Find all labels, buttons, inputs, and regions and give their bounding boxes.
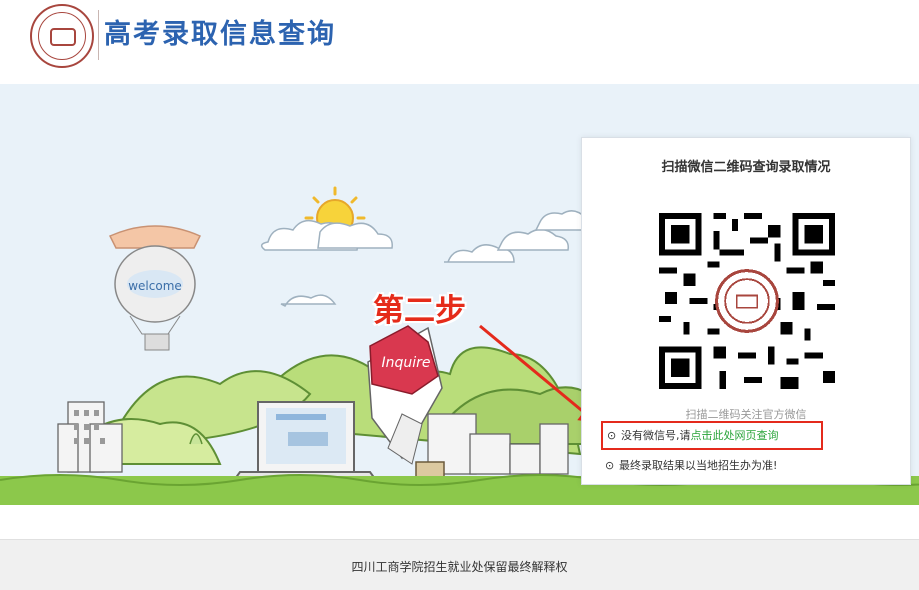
wechat-qr-code-icon xyxy=(659,213,835,389)
site-title: 高考录取信息查询 xyxy=(104,19,336,50)
web-query-link[interactable]: 点击此处网页查询 xyxy=(691,429,779,442)
buildings-left xyxy=(57,401,123,473)
bullet-circle-icon: ⊙ xyxy=(607,429,617,442)
bullet-circle-icon: ⊙ xyxy=(605,459,615,472)
step-two-label: 第二步 xyxy=(373,293,466,329)
final-result-note-text: 最终录取结果以当地招生办为准! xyxy=(619,459,778,472)
page-header: 高考录取信息查询 xyxy=(0,0,919,84)
hot-air-balloon-icon: welcome xyxy=(108,225,202,351)
qr-panel-title: 扫描微信二维码查询录取情况 xyxy=(661,160,831,175)
page-footer: 四川工商学院招生就业处保留最终解释权 xyxy=(0,539,919,590)
spacer-band xyxy=(0,505,919,539)
web-query-prefix: 没有微信号,请 xyxy=(621,429,691,442)
web-query-option: ⊙ 没有微信号,请点击此处网页查询 xyxy=(601,421,823,450)
qr-caption: 扫描二维码关注官方微信 xyxy=(685,408,807,421)
school-seal-logo-icon xyxy=(30,4,94,68)
footer-disclaimer: 四川工商学院招生就业处保留最终解释权 xyxy=(351,560,568,574)
inquire-badge-label: Inquire xyxy=(381,355,430,371)
logo-divider xyxy=(98,10,99,60)
qr-panel: 扫描微信二维码查询录取情况 扫描二维码关注官方微信 ⊙ 没有微信号,请点击此处网… xyxy=(581,137,911,485)
final-result-note: ⊙ 最终录取结果以当地招生办为准! xyxy=(601,456,841,476)
balloon-label: welcome xyxy=(128,279,182,293)
